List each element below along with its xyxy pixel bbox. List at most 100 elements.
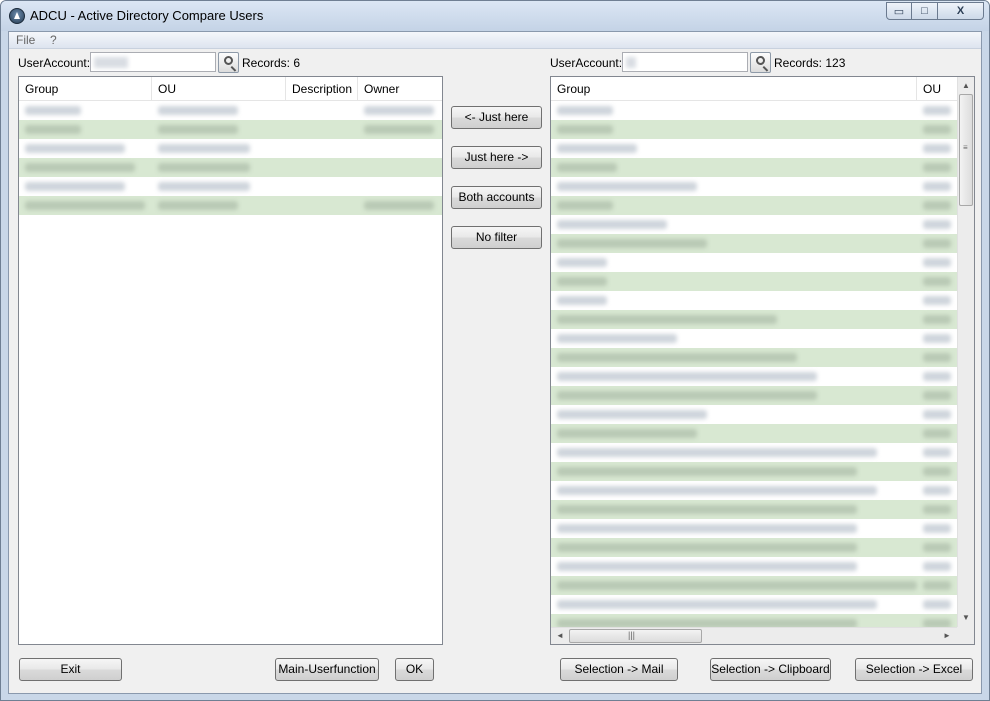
table-cell [551,405,917,424]
redacted-text [557,486,877,495]
ok-button[interactable]: OK [395,658,434,681]
left-groups-grid[interactable]: Group OU Description Owner [18,76,443,645]
selection-mail-button[interactable]: Selection -> Mail [560,658,678,681]
horizontal-scroll-thumb[interactable]: ||| [569,629,702,643]
table-row[interactable] [551,462,957,481]
table-cell [917,519,957,538]
just-here-right-button[interactable]: Just here -> [451,146,542,169]
table-row[interactable] [551,310,957,329]
redacted-text [25,201,145,210]
right-col-ou[interactable]: OU [917,77,957,101]
table-row[interactable] [551,139,957,158]
redacted-text [364,201,434,210]
left-useraccount-input[interactable] [90,52,216,72]
redacted-text [923,125,951,134]
left-col-group[interactable]: Group [19,77,152,101]
redacted-text [923,296,951,305]
redacted-text [557,163,617,172]
table-row[interactable] [551,443,957,462]
just-here-left-button[interactable]: <- Just here [451,106,542,129]
scroll-up-icon[interactable]: ▲ [962,81,970,90]
table-row[interactable] [551,101,957,120]
left-col-owner[interactable]: Owner [358,77,442,101]
scroll-right-icon[interactable]: ► [943,631,951,640]
selection-excel-button[interactable]: Selection -> Excel [855,658,973,681]
table-row[interactable] [551,177,957,196]
table-row[interactable] [551,120,957,139]
table-row[interactable] [551,215,957,234]
right-horizontal-scrollbar[interactable]: ◄ ||| ► [551,627,957,644]
table-row[interactable] [551,519,957,538]
table-row[interactable] [19,177,442,196]
redacted-text [158,125,238,134]
redacted-text [25,163,135,172]
table-row[interactable] [19,139,442,158]
vertical-scroll-thumb[interactable]: ≡ [959,94,973,206]
menu-file[interactable]: File [16,33,35,47]
maximize-button[interactable]: □ [912,2,938,20]
left-col-ou[interactable]: OU [152,77,286,101]
table-cell [551,177,917,196]
table-row[interactable] [551,424,957,443]
table-row[interactable] [19,196,442,215]
table-cell [551,443,917,462]
redacted-text [923,106,951,115]
table-row[interactable] [551,253,957,272]
table-cell [152,177,286,196]
table-cell [358,177,442,196]
table-row[interactable] [551,595,957,614]
right-groups-grid[interactable]: Group OU ▲ ≡ ▼ ◄ ||| ► [550,76,975,645]
selection-clipboard-button[interactable]: Selection -> Clipboard [710,658,831,681]
left-useraccount-label: UserAccount: [18,56,91,70]
scroll-corner [957,627,974,644]
redacted-text [557,581,917,590]
table-row[interactable] [19,120,442,139]
right-grid-header: Group OU [551,77,957,101]
table-row[interactable] [551,538,957,557]
scroll-left-icon[interactable]: ◄ [556,631,564,640]
both-accounts-button[interactable]: Both accounts [451,186,542,209]
table-row[interactable] [551,272,957,291]
table-cell [286,101,358,120]
main-userfunction-button[interactable]: Main-Userfunction [275,658,379,681]
table-row[interactable] [551,614,957,627]
table-cell [917,158,957,177]
table-row[interactable] [551,158,957,177]
table-row[interactable] [551,196,957,215]
table-row[interactable] [551,405,957,424]
table-cell [19,177,152,196]
right-vertical-scrollbar[interactable]: ▲ ≡ ▼ [957,77,974,627]
no-filter-button[interactable]: No filter [451,226,542,249]
table-cell [551,120,917,139]
menu-help[interactable]: ? [50,33,57,47]
table-cell [917,538,957,557]
table-row[interactable] [551,367,957,386]
table-cell [19,120,152,139]
minimize-icon: ▭ [893,5,905,18]
table-cell [551,481,917,500]
table-row[interactable] [19,101,442,120]
table-row[interactable] [551,576,957,595]
left-col-description[interactable]: Description [286,77,358,101]
table-row[interactable] [19,158,442,177]
table-row[interactable] [551,234,957,253]
exit-button[interactable]: Exit [19,658,122,681]
table-row[interactable] [551,291,957,310]
right-search-button[interactable] [750,52,771,73]
scroll-down-icon[interactable]: ▼ [962,613,970,622]
close-button[interactable]: X [938,2,984,20]
minimize-button[interactable]: ▭ [886,2,912,20]
table-row[interactable] [551,557,957,576]
right-useraccount-input[interactable] [622,52,748,72]
table-row[interactable] [551,500,957,519]
title-bar[interactable]: ADCU - Active Directory Compare Users ▭ … [1,1,989,31]
table-row[interactable] [551,348,957,367]
left-search-button[interactable] [218,52,239,73]
right-col-group[interactable]: Group [551,77,917,101]
table-cell [551,253,917,272]
table-cell [917,348,957,367]
table-row[interactable] [551,329,957,348]
table-cell [152,196,286,215]
table-row[interactable] [551,386,957,405]
table-row[interactable] [551,481,957,500]
